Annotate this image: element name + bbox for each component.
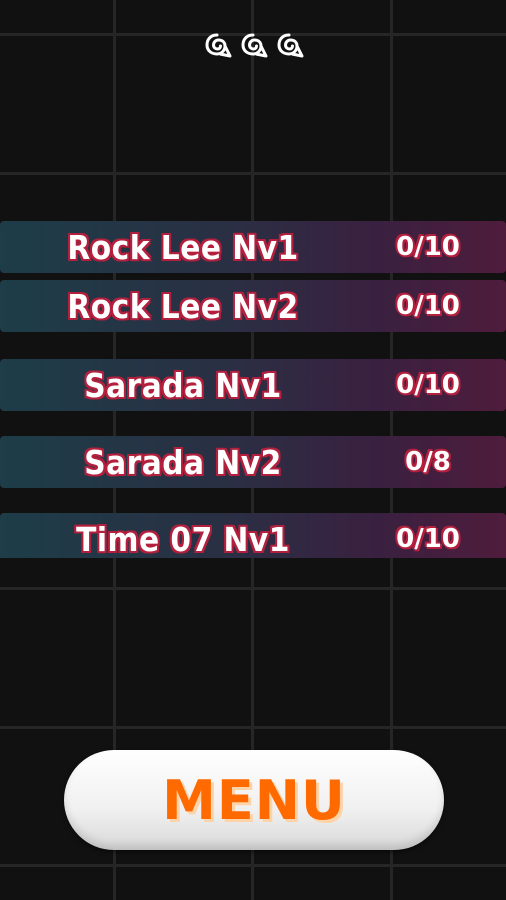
level-list[interactable]: Rock Lee Nv1 0/10 Rock Lee Nv2 0/10 Sara… <box>0 221 506 558</box>
level-row-rock-lee-nv2[interactable]: Rock Lee Nv2 0/10 <box>0 280 506 332</box>
level-progress: 0/10 <box>396 291 460 321</box>
konoha-leaf-icon <box>241 33 268 58</box>
konoha-leaf-icon <box>205 33 232 58</box>
menu-button-label: MENU <box>162 768 346 832</box>
level-progress: 0/10 <box>396 370 460 400</box>
level-name: Rock Lee Nv2 <box>67 286 299 326</box>
level-name: Time 07 Nv1 <box>76 519 290 559</box>
level-row-time-07-nv1[interactable]: Time 07 Nv1 0/10 <box>0 513 506 558</box>
menu-button[interactable]: MENU <box>64 750 444 850</box>
level-row-sarada-nv2[interactable]: Sarada Nv2 0/8 <box>0 436 506 488</box>
level-row-sarada-nv1[interactable]: Sarada Nv1 0/10 <box>0 359 506 411</box>
level-name: Sarada Nv2 <box>84 442 282 482</box>
level-progress: 0/10 <box>396 524 460 554</box>
level-name: Sarada Nv1 <box>84 365 282 405</box>
level-row-rock-lee-nv1[interactable]: Rock Lee Nv1 0/10 <box>0 221 506 273</box>
konoha-leaf-icon <box>277 33 304 58</box>
level-name: Rock Lee Nv1 <box>67 227 299 267</box>
level-progress: 0/10 <box>396 232 460 262</box>
level-progress: 0/8 <box>405 447 451 477</box>
header-icons <box>0 30 506 64</box>
